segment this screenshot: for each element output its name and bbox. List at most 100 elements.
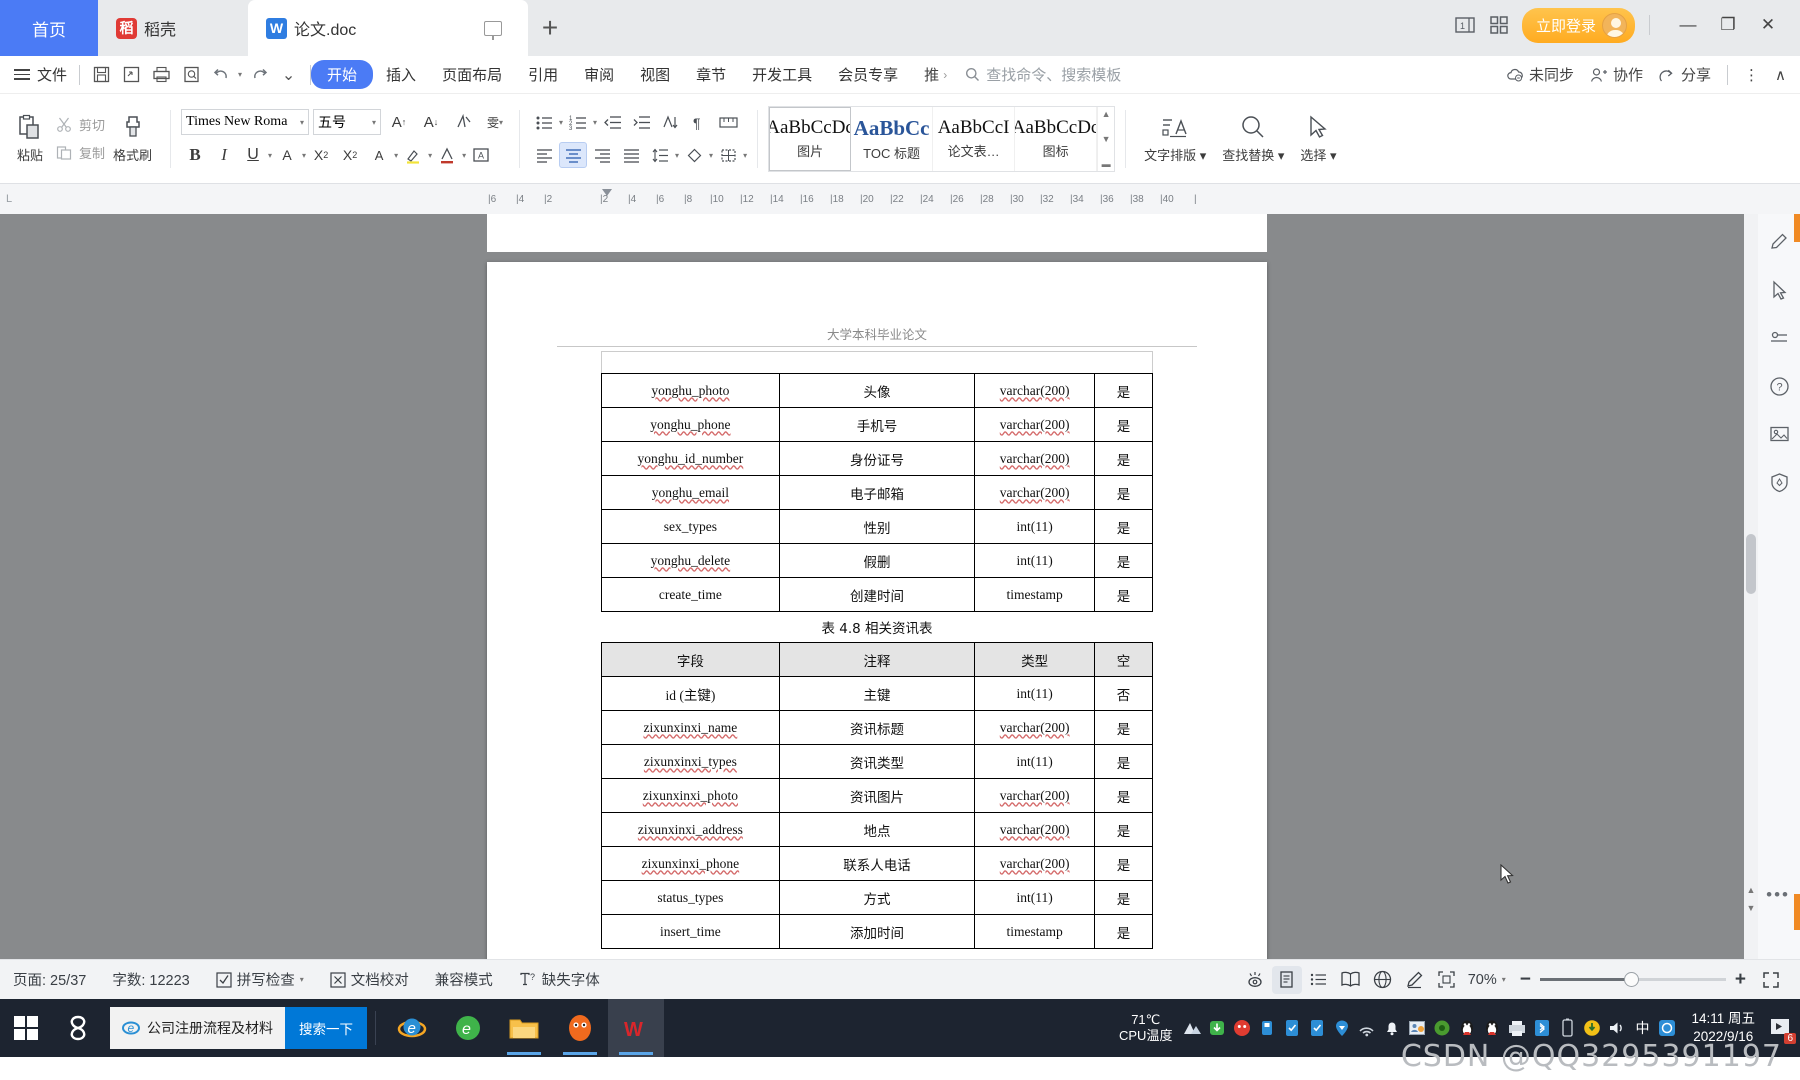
spellcheck-button[interactable]: 拼写检查 ▾ xyxy=(203,969,317,990)
italic-button[interactable]: I xyxy=(210,142,238,168)
document-page[interactable]: 大学本科毕业论文 yonghu_photo 头像 varchar(200) 是 … xyxy=(487,262,1267,959)
taskbar-search-button[interactable]: 搜索一下 xyxy=(285,1007,367,1049)
single-page-view-icon[interactable]: 1 xyxy=(1454,16,1476,34)
tray-phone-sync2-icon[interactable] xyxy=(1306,1017,1328,1039)
align-right-button[interactable] xyxy=(588,142,616,168)
web-layout-icon[interactable] xyxy=(1368,966,1398,994)
style-item-3[interactable]: AaBbCcDc 图标 xyxy=(1015,106,1098,171)
tray-battery-icon[interactable] xyxy=(1556,1017,1578,1039)
login-button[interactable]: 立即登录 xyxy=(1521,7,1635,43)
align-left-button[interactable] xyxy=(530,142,558,168)
fit-page-icon[interactable] xyxy=(1432,966,1462,994)
tray-qq-browser-icon[interactable] xyxy=(1656,1017,1678,1039)
collapse-ribbon-button[interactable]: ∧ xyxy=(1775,66,1786,84)
tab-home[interactable]: 首页 xyxy=(0,0,98,56)
format-painter-button[interactable]: 格式刷 xyxy=(105,114,160,164)
bulleted-list-button[interactable] xyxy=(530,109,558,135)
rail-more-icon[interactable]: ••• xyxy=(1766,885,1790,905)
find-replace-button[interactable]: 查找替换 ▾ xyxy=(1214,114,1292,164)
tab-insert[interactable]: 插入 xyxy=(373,60,429,89)
taskbar-app-file-explorer[interactable] xyxy=(496,999,552,1057)
select-button[interactable]: 选择 ▾ xyxy=(1292,114,1344,164)
bold-button[interactable]: B xyxy=(181,142,209,168)
clear-formatting-icon[interactable] xyxy=(449,109,477,135)
notification-bell-icon[interactable] xyxy=(1381,1017,1403,1039)
table-row[interactable]: create_time 创建时间 timestamp 是 xyxy=(601,577,1153,612)
qq-penguin2-icon[interactable] xyxy=(1481,1017,1503,1039)
tab-references[interactable]: 引用 xyxy=(515,60,571,89)
chevron-right-icon[interactable]: › xyxy=(943,68,957,82)
character-border-dropdown-icon[interactable]: ▾ xyxy=(394,151,398,160)
numbered-list-dropdown-icon[interactable]: ▾ xyxy=(593,118,597,127)
table-row[interactable]: zixunxinxi_photo 资讯图片 varchar(200) 是 xyxy=(601,778,1153,813)
cortana-button[interactable] xyxy=(52,999,104,1057)
borders-dropdown-icon[interactable]: ▾ xyxy=(743,151,747,160)
borders-button[interactable] xyxy=(714,142,742,168)
tray-update-icon[interactable] xyxy=(1581,1017,1603,1039)
tray-antivirus-icon[interactable] xyxy=(1231,1017,1253,1039)
table-row[interactable]: zixunxinxi_phone 联系人电话 varchar(200) 是 xyxy=(601,846,1153,881)
close-button[interactable]: ✕ xyxy=(1750,6,1786,44)
tray-download-icon[interactable] xyxy=(1206,1017,1228,1039)
table-row[interactable]: zixunxinxi_types 资讯类型 int(11) 是 xyxy=(601,744,1153,779)
taskbar-search-input[interactable]: e 公司注册流程及材料 xyxy=(110,1007,285,1049)
tray-usb-icon[interactable] xyxy=(1256,1017,1278,1039)
tab-recommend[interactable]: 推 xyxy=(911,60,943,89)
print-preview-icon[interactable] xyxy=(178,61,205,88)
page-indicator[interactable]: 页面: 25/37 xyxy=(0,969,99,990)
chevron-down-icon[interactable]: ▾ xyxy=(300,975,304,984)
decrease-indent-button[interactable] xyxy=(598,109,626,135)
table-zixunxinxi-fields[interactable]: 字段 注释 类型 空 id (主键) 主键 int(11) 否 zixunxin… xyxy=(601,642,1153,949)
tab-developer-tools[interactable]: 开发工具 xyxy=(739,60,825,89)
subscript-button[interactable]: X2 xyxy=(336,142,364,168)
show-formatting-marks-button[interactable]: ¶ xyxy=(685,109,713,135)
highlight-tool-icon[interactable] xyxy=(1765,324,1793,352)
print-icon[interactable] xyxy=(148,61,175,88)
font-color-button[interactable] xyxy=(433,142,461,168)
minimize-button[interactable]: — xyxy=(1670,6,1706,44)
undo-dropdown-icon[interactable]: ▾ xyxy=(238,70,242,79)
text-effects-dropdown-icon[interactable]: ▾ xyxy=(302,151,306,160)
taskbar-app-360-browser[interactable]: e xyxy=(440,999,496,1057)
table-ruler-button[interactable] xyxy=(714,109,742,135)
volume-icon[interactable] xyxy=(1606,1017,1628,1039)
taskbar-app-maxthon[interactable] xyxy=(552,999,608,1057)
table-row[interactable]: yonghu_photo 头像 varchar(200) 是 xyxy=(601,373,1153,408)
help-icon[interactable]: ? xyxy=(1765,372,1793,400)
zoom-slider-knob[interactable] xyxy=(1623,972,1639,987)
tray-location-icon[interactable] xyxy=(1331,1017,1353,1039)
pinyin-guide-button[interactable]: 雯 ▾ xyxy=(481,109,509,135)
zoom-in-button[interactable]: + xyxy=(1735,969,1746,991)
chevron-down-icon[interactable]: ▾ xyxy=(1502,975,1506,984)
pen-edit-icon[interactable] xyxy=(1765,228,1793,256)
tray-contact-icon[interactable] xyxy=(1406,1017,1428,1039)
copy-button[interactable]: 复制 xyxy=(56,143,105,162)
taskbar-app-internet-explorer[interactable]: e xyxy=(384,999,440,1057)
tab-review[interactable]: 审阅 xyxy=(571,60,627,89)
collaborate-button[interactable]: 协作 xyxy=(1590,64,1643,85)
vertical-scrollbar[interactable]: ▲ ▼ xyxy=(1744,214,1758,959)
tab-start[interactable]: 开始 xyxy=(311,60,374,89)
style-gallery-scroll[interactable]: ▲ ▼ ▬ xyxy=(1097,106,1115,171)
expand-gallery-icon[interactable]: ▬ xyxy=(1102,159,1111,169)
sync-status-button[interactable]: 未同步 xyxy=(1506,64,1574,85)
tab-section[interactable]: 章节 xyxy=(683,60,739,89)
windows-start-button[interactable] xyxy=(0,999,52,1057)
notification-center-button[interactable]: 6 xyxy=(1768,1015,1796,1044)
save-as-icon[interactable] xyxy=(118,61,145,88)
maximize-button[interactable]: ❐ xyxy=(1710,6,1746,44)
reading-layout-icon[interactable] xyxy=(1336,966,1366,994)
justify-button[interactable] xyxy=(617,142,645,168)
document-canvas[interactable]: 大学本科毕业论文 yonghu_photo 头像 varchar(200) 是 … xyxy=(0,214,1800,959)
cut-button[interactable]: 剪切 xyxy=(56,115,105,134)
table-row[interactable]: insert_time 添加时间 timestamp 是 xyxy=(601,914,1153,949)
horizontal-ruler[interactable]: |6 |4 |2 |2 |4 |6 |8 |10 |12 |14 |16 |18… xyxy=(488,189,1268,209)
zoom-level-button[interactable]: 70% ▾ xyxy=(1464,972,1510,988)
redo-icon[interactable] xyxy=(245,61,272,88)
sort-button[interactable] xyxy=(656,109,684,135)
scrollbar-thumb[interactable] xyxy=(1746,534,1756,594)
wifi-icon[interactable] xyxy=(1356,1017,1378,1039)
text-layout-button[interactable]: 文字排版 ▾ xyxy=(1136,114,1214,164)
search-command-box[interactable]: 查找命令、搜索模板 xyxy=(965,64,1121,85)
tray-printer-icon[interactable] xyxy=(1506,1017,1528,1039)
